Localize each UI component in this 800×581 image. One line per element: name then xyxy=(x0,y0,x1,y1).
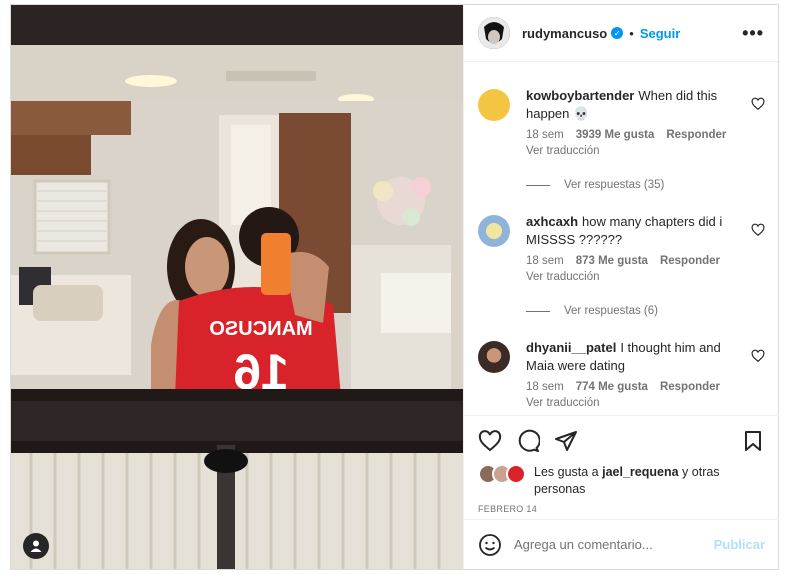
comments-list[interactable]: kowboybartender When did this happen 💀 18… xyxy=(464,63,779,413)
post-header: rudymancuso ✓ • Seguir ••• xyxy=(464,5,778,62)
author-avatar[interactable] xyxy=(478,17,510,49)
comment-item: axhcaxh how many chapters did i MISSSS ??… xyxy=(478,213,765,283)
separator-dot: • xyxy=(629,25,634,41)
commenter-avatar[interactable] xyxy=(478,89,510,121)
replies-line xyxy=(526,310,550,312)
view-replies-label: Ver respuestas (6) xyxy=(564,305,658,317)
post-modal: MANCUSO 16 rudymancuso ✓ • Seguir ••• ko… xyxy=(10,4,779,570)
commenter-username[interactable]: dhyanii__patel xyxy=(526,340,616,355)
user-tag-icon[interactable] xyxy=(23,533,49,559)
comment-item: kowboybartender When did this happen 💀 18… xyxy=(478,87,765,157)
view-replies-label: Ver respuestas (35) xyxy=(564,179,665,191)
comment-bubble-icon[interactable] xyxy=(516,429,540,453)
reply-button[interactable]: Responder xyxy=(660,381,720,393)
save-bookmark-icon[interactable] xyxy=(741,429,765,453)
replies-line xyxy=(526,184,550,186)
emoji-icon[interactable] xyxy=(478,533,502,557)
commenter-avatar[interactable] xyxy=(478,341,510,373)
comment-item: dhyanii__patel I thought him and Maia wer… xyxy=(478,339,765,409)
comment-likes[interactable]: 774 Me gusta xyxy=(576,381,648,393)
translate-link[interactable]: Ver traducción xyxy=(526,397,743,409)
comment-time: 18 sem xyxy=(526,381,564,393)
likes-text: Les gusta a jael_requena y otras persona… xyxy=(534,464,765,498)
share-send-icon[interactable] xyxy=(554,429,578,453)
like-comment-heart-icon[interactable] xyxy=(751,349,765,363)
comment-text: dhyanii__patel I thought him and Maia wer… xyxy=(526,339,743,375)
likes-summary[interactable]: Les gusta a jael_requena y otras persona… xyxy=(478,464,765,498)
view-replies-button[interactable]: Ver respuestas (35) xyxy=(526,179,765,191)
more-options-icon[interactable]: ••• xyxy=(742,23,764,44)
action-icons-row xyxy=(478,428,765,454)
jersey-name-text: MANCUSO xyxy=(209,318,312,340)
liker-avatar xyxy=(506,464,526,484)
translate-link[interactable]: Ver traducción xyxy=(526,145,743,157)
like-comment-heart-icon[interactable] xyxy=(751,223,765,237)
comment-time: 18 sem xyxy=(526,129,564,141)
mirror-selfie-image: MANCUSO 16 xyxy=(11,5,463,569)
comment-meta: 18 sem 873 Me gusta Responder xyxy=(526,255,743,267)
comment-meta: 18 sem 774 Me gusta Responder xyxy=(526,381,743,393)
comment-time: 18 sem xyxy=(526,255,564,267)
comment-meta: 18 sem 3939 Me gusta Responder xyxy=(526,129,743,141)
comment-input[interactable] xyxy=(514,537,714,552)
post-side-panel: rudymancuso ✓ • Seguir ••• kowboybartend… xyxy=(463,5,779,569)
liker-username[interactable]: jael_requena xyxy=(602,465,678,479)
likes-prefix: Les gusta a xyxy=(534,465,599,479)
comment-text: axhcaxh how many chapters did i MISSSS ??… xyxy=(526,213,743,249)
verified-badge-icon: ✓ xyxy=(611,27,624,39)
reply-button[interactable]: Responder xyxy=(660,255,720,267)
comment-composer: Publicar xyxy=(464,519,779,569)
comment-likes[interactable]: 873 Me gusta xyxy=(576,255,648,267)
commenter-username[interactable]: kowboybartender xyxy=(526,88,634,103)
commenter-avatar[interactable] xyxy=(478,215,510,247)
view-replies-button[interactable]: Ver respuestas (6) xyxy=(526,305,765,317)
post-actions: Les gusta a jael_requena y otras persona… xyxy=(464,415,779,514)
publish-button[interactable]: Publicar xyxy=(714,537,765,552)
likers-avatars xyxy=(478,464,528,484)
author-username[interactable]: rudymancuso xyxy=(522,26,607,41)
reply-button[interactable]: Responder xyxy=(666,129,726,141)
comment-likes[interactable]: 3939 Me gusta xyxy=(576,129,655,141)
comment-text: kowboybartender When did this happen 💀 xyxy=(526,87,743,123)
commenter-username[interactable]: axhcaxh xyxy=(526,214,578,229)
follow-button[interactable]: Seguir xyxy=(640,26,680,41)
like-heart-icon[interactable] xyxy=(478,429,502,453)
post-photo[interactable]: MANCUSO 16 xyxy=(11,5,463,569)
like-comment-heart-icon[interactable] xyxy=(751,97,765,111)
translate-link[interactable]: Ver traducción xyxy=(526,271,743,283)
post-date: FEBRERO 14 xyxy=(478,504,538,514)
